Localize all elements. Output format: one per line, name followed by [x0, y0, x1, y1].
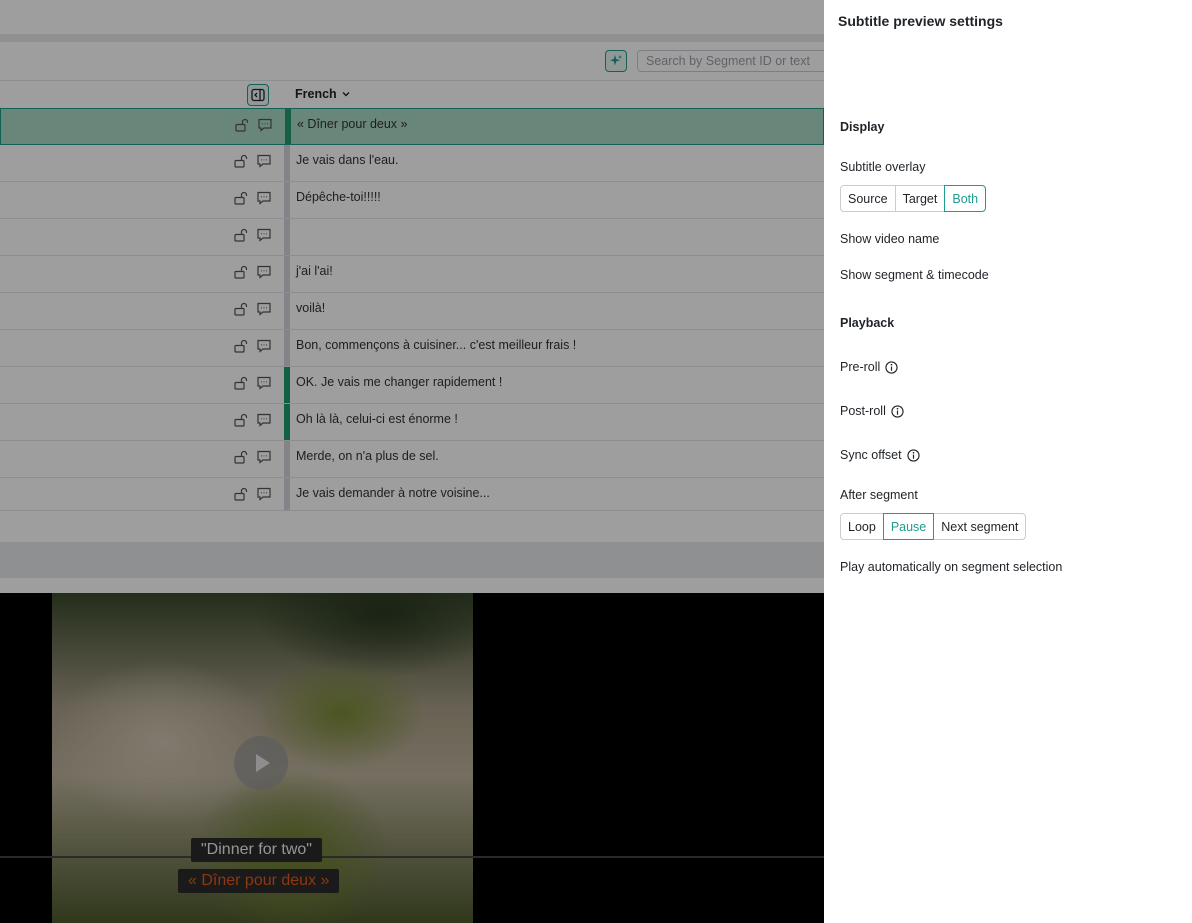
preroll-setting: Pre-roll — [840, 360, 898, 374]
panel-title: Subtitle preview settings — [838, 13, 1003, 29]
overlay-source-option[interactable]: Source — [840, 185, 896, 212]
subtitle-preview-settings-panel: Subtitle preview settings Display Subtit… — [824, 0, 1192, 923]
sync-offset-setting: Sync offset — [840, 448, 920, 462]
subtitle-overlay-toggle: Source Target Both — [840, 185, 987, 212]
preroll-label: Pre-roll — [840, 360, 881, 374]
overlay-both-option[interactable]: Both — [944, 185, 987, 212]
autoplay-toggle[interactable]: Play automatically on segment selection — [840, 560, 1062, 574]
after-segment-loop-option[interactable]: Loop — [840, 513, 884, 540]
show-segment-timecode-label: Show segment & timecode — [840, 268, 989, 282]
show-segment-timecode-toggle[interactable]: Show segment & timecode — [840, 268, 989, 282]
postroll-label: Post-roll — [840, 404, 886, 418]
after-segment-pause-option[interactable]: Pause — [882, 513, 935, 540]
autoplay-label: Play automatically on segment selection — [840, 560, 1063, 574]
display-heading: Display — [840, 120, 885, 134]
overlay-target-option[interactable]: Target — [894, 185, 946, 212]
playback-heading: Playback — [840, 316, 895, 330]
after-segment-label: After segment — [840, 488, 918, 502]
editor-app: French « Dîner pour deux »Je vais dans l… — [0, 0, 824, 923]
info-icon[interactable] — [885, 360, 898, 374]
postroll-setting: Post-roll — [840, 404, 904, 418]
modal-overlay[interactable] — [0, 0, 824, 923]
after-segment-toggle: Loop Pause Next segment — [840, 513, 1027, 540]
show-video-name-toggle[interactable]: Show video name — [840, 232, 939, 246]
show-video-name-label: Show video name — [840, 232, 940, 246]
subtitle-overlay-label: Subtitle overlay — [840, 160, 926, 174]
info-icon[interactable] — [906, 448, 920, 462]
info-icon[interactable] — [891, 404, 904, 418]
sync-offset-label: Sync offset — [840, 448, 902, 462]
after-segment-next-segment-option[interactable]: Next segment — [933, 513, 1027, 540]
